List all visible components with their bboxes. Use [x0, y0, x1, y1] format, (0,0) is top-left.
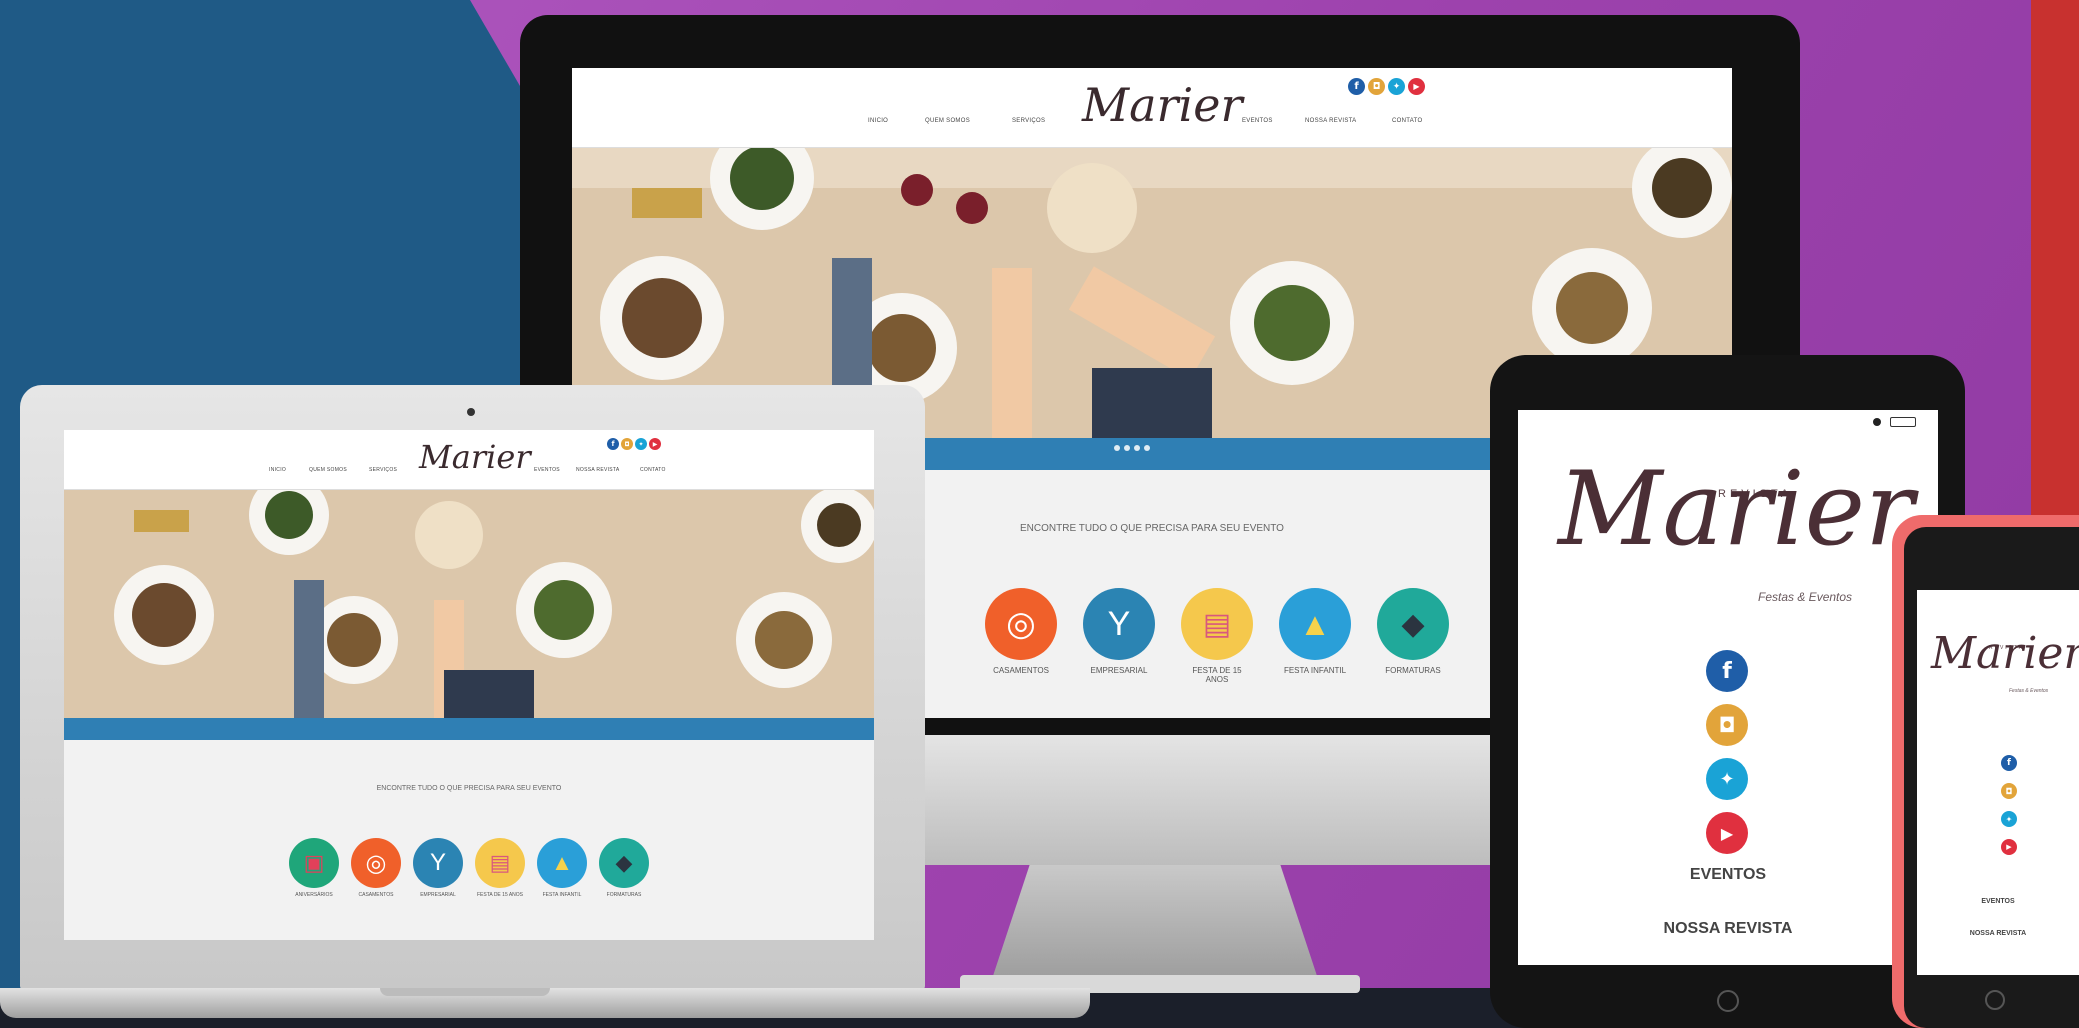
laptop-camera	[467, 408, 475, 416]
category-empresarial[interactable]: Y EMPRESARIAL	[1083, 588, 1155, 684]
monitor-stand	[990, 865, 1320, 985]
menu-item-nossa-revista[interactable]: NOSSA REVISTA	[1518, 920, 1938, 938]
tablet-website: REVISTA Marier Festas & Eventos f ◘ ✦ ▶ …	[1518, 410, 1938, 965]
category-label: FESTA DE 15 ANOS	[476, 892, 524, 898]
party-hat-icon: ▲	[537, 838, 587, 888]
section-tagline: ENCONTRE TUDO O QUE PRECISA PARA SEU EVE…	[376, 785, 562, 792]
category-label: FESTA INFANTIL	[542, 892, 582, 898]
category-list: ▣ ANIVERSÁRIOS ◎ CASAMENTOS Y EMPRESARIA…	[64, 838, 874, 899]
social-icons: f ◘ ✦ ▶	[1348, 78, 1425, 95]
category-label: FORMATURAS	[606, 892, 642, 898]
site-logo[interactable]: Marier	[419, 438, 531, 476]
facebook-icon[interactable]: f	[1348, 78, 1365, 95]
site-header: INICIO QUEM SOMOS SERVIÇOS Marier f ◘ ✦ …	[64, 430, 874, 490]
category-formaturas[interactable]: ◆ FORMATURAS	[1377, 588, 1449, 684]
social-icons: f ◘ ✦ ▶	[1706, 650, 1748, 854]
rings-icon: ◎	[351, 838, 401, 888]
twitter-icon[interactable]: ✦	[635, 438, 647, 450]
category-label: FESTA INFANTIL	[1283, 666, 1347, 675]
logo-subtitle: Festas & Eventos	[2009, 688, 2049, 694]
category-formaturas[interactable]: ◆ FORMATURAS	[598, 838, 650, 899]
category-label: FESTA DE 15 ANOS	[1192, 666, 1242, 685]
party-hat-icon: ▲	[1279, 588, 1351, 660]
category-aniversarios[interactable]: ▣ ANIVERSÁRIOS	[288, 838, 340, 899]
category-label: EMPRESARIAL	[420, 892, 456, 898]
menu-item-eventos[interactable]: EVENTOS	[1518, 866, 1938, 884]
menu-item-nossa-revista[interactable]: NOSSA REVISTA	[1917, 930, 2079, 937]
youtube-icon[interactable]: ▶	[2001, 839, 2017, 855]
instagram-icon[interactable]: ◘	[1706, 704, 1748, 746]
graduation-cap-icon: ◆	[599, 838, 649, 888]
category-label: FORMATURAS	[1385, 666, 1441, 675]
category-festa-15[interactable]: ▤ FESTA DE 15 ANOS	[1181, 588, 1253, 684]
category-empresarial[interactable]: Y EMPRESARIAL	[412, 838, 464, 899]
site-logo[interactable]: Marier	[1558, 450, 1914, 569]
laptop-notch	[380, 988, 550, 996]
instagram-icon[interactable]: ◘	[2001, 783, 2017, 799]
hero-image	[64, 490, 874, 740]
twitter-icon[interactable]: ✦	[2001, 811, 2017, 827]
twitter-icon[interactable]: ✦	[1388, 78, 1405, 95]
cocktail-icon: Y	[1083, 588, 1155, 660]
rings-icon: ◎	[985, 588, 1057, 660]
instagram-icon[interactable]: ◘	[1368, 78, 1385, 95]
battery-icon	[1890, 417, 1916, 427]
youtube-icon[interactable]: ▶	[1408, 78, 1425, 95]
gift-icon: ▣	[289, 838, 339, 888]
phone-website: REVISTA Marier Festas & Eventos f ◘ ✦ ▶ …	[1917, 590, 2079, 975]
social-icons: f ◘ ✦ ▶	[2001, 755, 2017, 855]
laptop-website: INICIO QUEM SOMOS SERVIÇOS Marier f ◘ ✦ …	[64, 430, 874, 940]
category-label: CASAMENTOS	[358, 892, 394, 898]
facebook-icon[interactable]: f	[2001, 755, 2017, 771]
nav-item-servicos[interactable]: SERVIÇOS	[1012, 118, 1045, 124]
facebook-icon[interactable]: f	[1706, 650, 1748, 692]
phone-home-button[interactable]	[1985, 990, 2005, 1010]
nav-item-contato[interactable]: CONTATO	[640, 467, 666, 473]
nav-item-contato[interactable]: CONTATO	[1392, 118, 1422, 124]
cake-icon: ▤	[1181, 588, 1253, 660]
nav-item-inicio[interactable]: INICIO	[868, 118, 888, 124]
nav-item-nossa-revista[interactable]: NOSSA REVISTA	[1305, 118, 1356, 124]
category-label: ANIVERSÁRIOS	[295, 892, 333, 898]
category-casamentos[interactable]: ◎ CASAMENTOS	[985, 588, 1057, 684]
youtube-icon[interactable]: ▶	[1706, 812, 1748, 854]
category-festa-infantil[interactable]: ▲ FESTA INFANTIL	[1279, 588, 1351, 684]
site-header: INICIO QUEM SOMOS SERVIÇOS Marier f ◘ ✦ …	[572, 68, 1732, 148]
nav-item-nossa-revista[interactable]: NOSSA REVISTA	[576, 467, 620, 473]
graduation-cap-icon: ◆	[1377, 588, 1449, 660]
nav-item-inicio[interactable]: INICIO	[269, 467, 286, 473]
nav-item-servicos[interactable]: SERVIÇOS	[369, 467, 397, 473]
site-logo[interactable]: Marier	[1082, 78, 1242, 132]
nav-item-quem-somos[interactable]: QUEM SOMOS	[925, 118, 970, 124]
cake-icon: ▤	[475, 838, 525, 888]
dinner-table-photo	[64, 490, 874, 740]
twitter-icon[interactable]: ✦	[1706, 758, 1748, 800]
category-label: EMPRESARIAL	[1090, 666, 1148, 675]
logo-subtitle: Festas & Eventos	[1758, 590, 1853, 604]
instagram-icon[interactable]: ◘	[621, 438, 633, 450]
site-logo[interactable]: Marier	[1931, 628, 2079, 679]
status-dot	[1873, 418, 1881, 426]
nav-item-quem-somos[interactable]: QUEM SOMOS	[309, 467, 347, 473]
menu-item-eventos[interactable]: EVENTOS	[1917, 898, 2079, 905]
youtube-icon[interactable]: ▶	[649, 438, 661, 450]
tablet-home-button[interactable]	[1717, 990, 1739, 1012]
social-icons: f ◘ ✦ ▶	[607, 438, 661, 450]
nav-item-eventos[interactable]: EVENTOS	[534, 467, 560, 473]
category-festa-infantil[interactable]: ▲ FESTA INFANTIL	[536, 838, 588, 899]
category-festa-15[interactable]: ▤ FESTA DE 15 ANOS	[474, 838, 526, 899]
facebook-icon[interactable]: f	[607, 438, 619, 450]
category-label: CASAMENTOS	[993, 666, 1049, 675]
category-casamentos[interactable]: ◎ CASAMENTOS	[350, 838, 402, 899]
nav-item-eventos[interactable]: EVENTOS	[1242, 118, 1273, 124]
cocktail-icon: Y	[413, 838, 463, 888]
